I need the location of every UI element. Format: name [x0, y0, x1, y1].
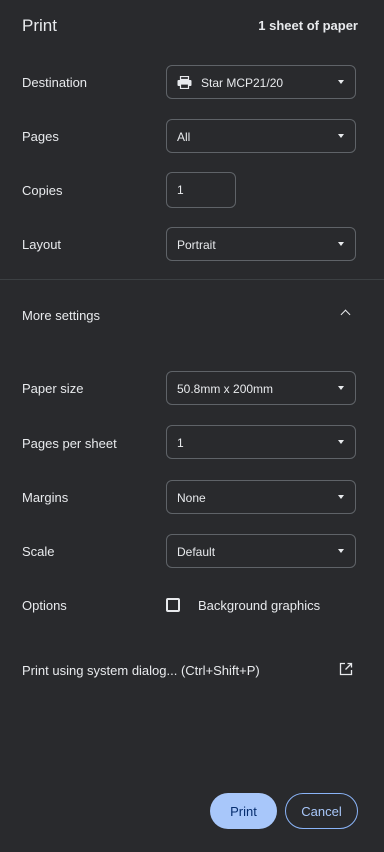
sheet-count: 1 sheet of paper: [258, 18, 358, 33]
pages-per-sheet-label: Pages per sheet: [22, 436, 117, 451]
pages-value: All: [177, 130, 191, 144]
destination-select[interactable]: Star MCP21/20: [166, 65, 356, 99]
dialog-title: Print: [22, 16, 57, 35]
open-in-new-icon[interactable]: [339, 662, 353, 676]
pages-per-sheet-value: 1: [177, 436, 184, 450]
margins-label: Margins: [22, 490, 69, 505]
scale-label: Scale: [22, 544, 55, 559]
more-settings-label: More settings: [22, 308, 101, 323]
layout-value: Portrait: [177, 238, 216, 252]
scale-select[interactable]: Default: [166, 534, 356, 568]
background-graphics-label[interactable]: Background graphics: [198, 598, 320, 613]
more-settings-toggle[interactable]: More settings: [0, 296, 384, 336]
dropdown-arrow-icon: [338, 242, 344, 246]
margins-value: None: [177, 491, 206, 505]
pages-select[interactable]: All: [166, 119, 356, 153]
chevron-up-icon: [340, 309, 351, 320]
background-graphics-checkbox[interactable]: [166, 598, 180, 612]
paper-size-value: 50.8mm x 200mm: [177, 382, 274, 396]
options-label: Options: [22, 598, 67, 613]
copies-input[interactable]: [166, 172, 236, 208]
destination-label: Destination: [22, 75, 88, 90]
pages-label: Pages: [22, 129, 59, 144]
pages-per-sheet-select[interactable]: 1: [166, 425, 356, 459]
paper-size-label: Paper size: [22, 381, 84, 396]
cancel-button[interactable]: Cancel: [285, 793, 358, 829]
dropdown-arrow-icon: [338, 440, 344, 444]
scale-value: Default: [177, 545, 216, 559]
divider: [0, 279, 384, 280]
system-dialog-link[interactable]: Print using system dialog... (Ctrl+Shift…: [22, 663, 260, 678]
dropdown-arrow-icon: [338, 495, 344, 499]
dropdown-arrow-icon: [338, 80, 344, 84]
dropdown-arrow-icon: [338, 549, 344, 553]
paper-size-select[interactable]: 50.8mm x 200mm: [166, 371, 356, 405]
destination-value: Star MCP21/20: [201, 76, 284, 90]
print-button[interactable]: Print: [210, 793, 277, 829]
layout-select[interactable]: Portrait: [166, 227, 356, 261]
dropdown-arrow-icon: [338, 386, 344, 390]
margins-select[interactable]: None: [166, 480, 356, 514]
printer-icon: [177, 75, 192, 89]
dropdown-arrow-icon: [338, 134, 344, 138]
layout-label: Layout: [22, 237, 62, 252]
copies-label: Copies: [22, 183, 63, 198]
